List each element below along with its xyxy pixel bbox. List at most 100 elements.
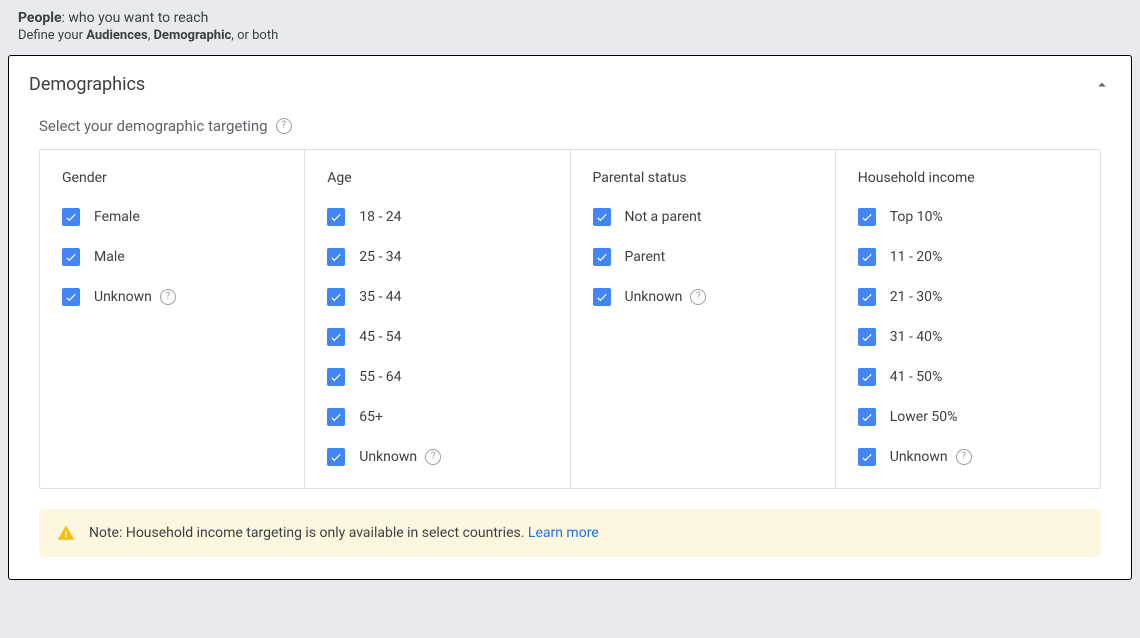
checkbox-checked-icon[interactable] — [593, 248, 611, 266]
checkbox-checked-icon[interactable] — [858, 448, 876, 466]
option-label: 11 - 20% — [890, 249, 943, 265]
option-row[interactable]: 35 - 44 — [327, 288, 547, 306]
checkbox-checked-icon[interactable] — [327, 328, 345, 346]
checkbox-checked-icon[interactable] — [858, 208, 876, 226]
header-subtitle-audiences: Audiences — [86, 28, 147, 43]
help-icon[interactable]: ? — [276, 118, 292, 134]
option-label: 21 - 30% — [890, 289, 943, 305]
option-row[interactable]: 55 - 64 — [327, 368, 547, 386]
checkbox-checked-icon[interactable] — [62, 208, 80, 226]
option-label-text: Unknown — [359, 449, 417, 465]
option-row[interactable]: Unknown? — [593, 288, 813, 306]
option-label-text: Top 10% — [890, 209, 943, 225]
option-row[interactable]: 18 - 24 — [327, 208, 547, 226]
chevron-up-icon — [1093, 76, 1111, 94]
checkbox-checked-icon[interactable] — [327, 448, 345, 466]
option-label: 18 - 24 — [359, 209, 401, 225]
checkbox-checked-icon[interactable] — [593, 288, 611, 306]
option-label: Unknown? — [359, 449, 441, 465]
header-subtitle-pre: Define your — [18, 28, 86, 43]
header-subtitle-post: , or both — [231, 28, 278, 43]
checkbox-checked-icon[interactable] — [327, 368, 345, 386]
option-label: Female — [94, 209, 140, 225]
checkbox-checked-icon[interactable] — [62, 248, 80, 266]
help-icon[interactable]: ? — [956, 449, 972, 465]
header-title-bold: People — [18, 10, 62, 26]
option-row[interactable]: Female — [62, 208, 282, 226]
column-age: Age18 - 2425 - 3435 - 4445 - 5455 - 6465… — [305, 150, 570, 488]
option-row[interactable]: 25 - 34 — [327, 248, 547, 266]
option-label-text: Female — [94, 209, 140, 225]
option-row[interactable]: 45 - 54 — [327, 328, 547, 346]
option-label: 55 - 64 — [359, 369, 401, 385]
help-icon[interactable]: ? — [160, 289, 176, 305]
header-subtitle-demographic: Demographic — [153, 28, 231, 43]
checkbox-checked-icon[interactable] — [62, 288, 80, 306]
option-label-text: 41 - 50% — [890, 369, 943, 385]
option-label-text: 31 - 40% — [890, 329, 943, 345]
header-title-rest: : who you want to reach — [62, 10, 209, 26]
page-header: People: who you want to reach Define you… — [0, 0, 1140, 55]
option-label-text: Lower 50% — [890, 409, 958, 425]
option-label: 65+ — [359, 409, 383, 425]
checkbox-checked-icon[interactable] — [327, 248, 345, 266]
help-icon[interactable]: ? — [690, 289, 706, 305]
option-row[interactable]: 21 - 30% — [858, 288, 1078, 306]
checkbox-checked-icon[interactable] — [858, 328, 876, 346]
option-label-text: 11 - 20% — [890, 249, 943, 265]
option-label-text: 65+ — [359, 409, 383, 425]
checkbox-checked-icon[interactable] — [858, 288, 876, 306]
learn-more-link[interactable]: Learn more — [528, 525, 599, 541]
option-label-text: 35 - 44 — [359, 289, 401, 305]
option-row[interactable]: Unknown? — [62, 288, 282, 306]
option-row[interactable]: Top 10% — [858, 208, 1078, 226]
option-row[interactable]: Unknown? — [858, 448, 1078, 466]
option-label-text: Unknown — [625, 289, 683, 305]
column-gender: GenderFemaleMaleUnknown? — [40, 150, 305, 488]
checkbox-checked-icon[interactable] — [593, 208, 611, 226]
income-note: Note: Household income targeting is only… — [39, 509, 1101, 557]
column-title: Parental status — [593, 170, 813, 186]
option-row[interactable]: 11 - 20% — [858, 248, 1078, 266]
option-row[interactable]: Male — [62, 248, 282, 266]
option-row[interactable]: Not a parent — [593, 208, 813, 226]
checkbox-checked-icon[interactable] — [858, 408, 876, 426]
header-subtitle: Define your Audiences, Demographic, or b… — [18, 28, 1122, 43]
column-household-income: Household incomeTop 10%11 - 20%21 - 30%3… — [836, 150, 1100, 488]
note-text-wrap: Note: Household income targeting is only… — [89, 525, 599, 541]
option-row[interactable]: 41 - 50% — [858, 368, 1078, 386]
option-label-text: 18 - 24 — [359, 209, 401, 225]
demographic-columns: GenderFemaleMaleUnknown?Age18 - 2425 - 3… — [39, 149, 1101, 489]
checkbox-checked-icon[interactable] — [327, 208, 345, 226]
option-label-text: 45 - 54 — [359, 329, 401, 345]
option-label-text: Male — [94, 249, 125, 265]
option-label: 35 - 44 — [359, 289, 401, 305]
option-label: Unknown? — [94, 289, 176, 305]
option-row[interactable]: Lower 50% — [858, 408, 1078, 426]
option-label: Top 10% — [890, 209, 943, 225]
option-row[interactable]: 31 - 40% — [858, 328, 1078, 346]
option-row[interactable]: Parent — [593, 248, 813, 266]
option-row[interactable]: 65+ — [327, 408, 547, 426]
option-label: Unknown? — [890, 449, 972, 465]
option-label: Lower 50% — [890, 409, 958, 425]
option-row[interactable]: Unknown? — [327, 448, 547, 466]
panel-header-toggle[interactable]: Demographics — [9, 56, 1131, 113]
checkbox-checked-icon[interactable] — [327, 408, 345, 426]
option-label: 31 - 40% — [890, 329, 943, 345]
option-label: 45 - 54 — [359, 329, 401, 345]
checkbox-checked-icon[interactable] — [858, 248, 876, 266]
note-text: Note: Household income targeting is only… — [89, 525, 528, 541]
option-label: 41 - 50% — [890, 369, 943, 385]
option-label-text: Not a parent — [625, 209, 702, 225]
checkbox-checked-icon[interactable] — [327, 288, 345, 306]
option-label-text: Unknown — [94, 289, 152, 305]
checkbox-checked-icon[interactable] — [858, 368, 876, 386]
option-label-text: 21 - 30% — [890, 289, 943, 305]
option-label-text: 55 - 64 — [359, 369, 401, 385]
option-label: Parent — [625, 249, 666, 265]
option-label-text: Unknown — [890, 449, 948, 465]
option-label: Male — [94, 249, 125, 265]
help-icon[interactable]: ? — [425, 449, 441, 465]
warning-icon — [57, 524, 75, 542]
